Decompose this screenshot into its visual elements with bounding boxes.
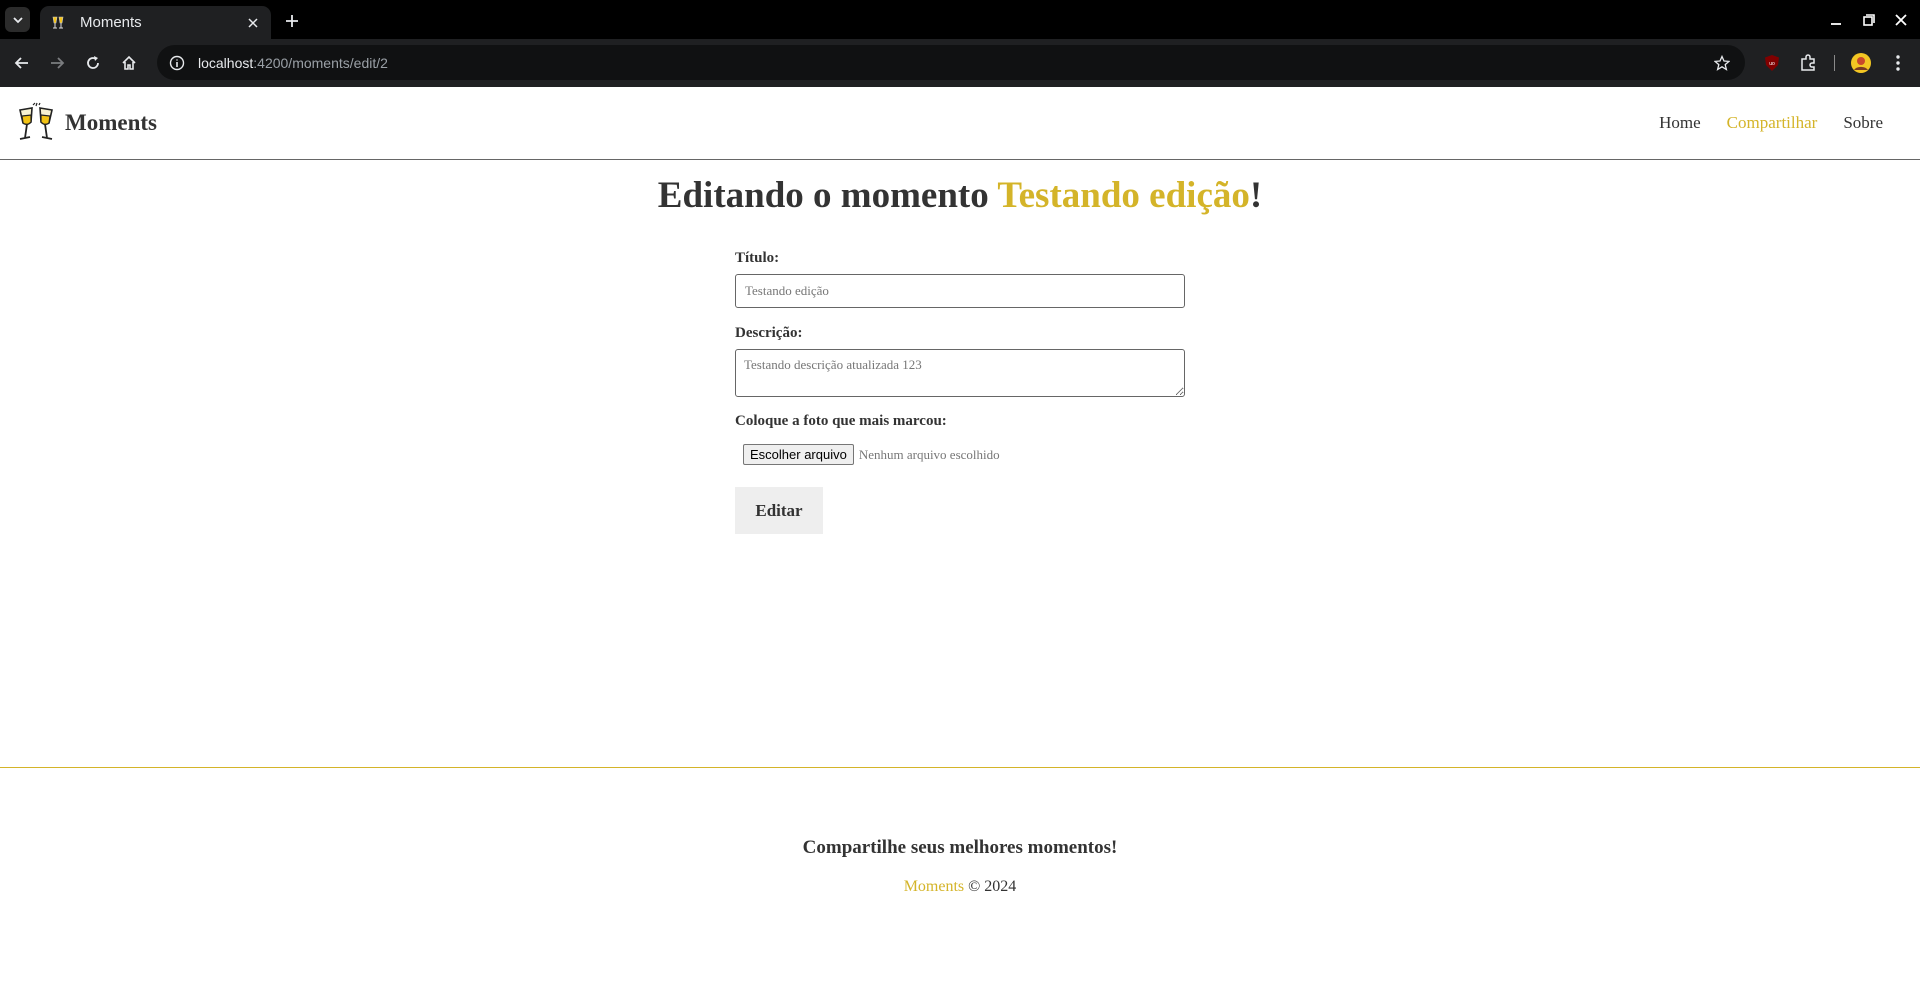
brand-link[interactable]: Moments — [16, 102, 157, 144]
footer-copyright-year: © 2024 — [964, 878, 1017, 895]
moments-favicon — [50, 15, 66, 31]
edit-moment-form: Título: Descrição: Testando descrição at… — [735, 250, 1185, 534]
home-icon[interactable] — [117, 51, 141, 75]
tab-title: Moments — [80, 14, 142, 31]
page-title-prefix: Editando o momento — [657, 175, 998, 216]
footer-tagline: Compartilhe seus melhores momentos! — [802, 837, 1118, 858]
edit-submit-button[interactable]: Editar — [735, 487, 823, 534]
address-bar[interactable]: localhost:4200/moments/edit/2 — [157, 45, 1745, 80]
photo-label: Coloque a foto que mais marcou: — [735, 413, 947, 429]
restore-icon[interactable] — [1858, 9, 1880, 31]
champagne-logo-icon — [19, 102, 53, 140]
site-info-icon[interactable] — [167, 53, 187, 73]
reload-icon[interactable] — [81, 51, 105, 75]
nav-link-sobre[interactable]: Sobre — [1843, 113, 1883, 133]
tab-strip: Moments — [0, 0, 1920, 39]
browser-tab[interactable]: Moments — [40, 6, 271, 39]
page-title: Editando o momento Testando edição! — [0, 174, 1920, 217]
description-textarea[interactable]: Testando descrição atualizada 123 — [735, 349, 1185, 397]
browser-toolbar: localhost:4200/moments/edit/2 uo — [0, 39, 1920, 87]
svg-text:uo: uo — [1769, 61, 1775, 67]
brand-name: Moments — [65, 110, 157, 135]
site-footer: Compartilhe seus melhores momentos! Mome… — [0, 767, 1920, 998]
nav-link-home[interactable]: Home — [1659, 113, 1701, 133]
title-input[interactable] — [735, 274, 1185, 308]
footer-copyright: Moments © 2024 — [0, 878, 1920, 896]
minimize-icon[interactable] — [1825, 9, 1847, 31]
choose-file-button[interactable]: Escolher arquivo — [743, 444, 854, 465]
page-title-highlight: Testando edição — [997, 175, 1250, 216]
chevron-down-icon — [12, 16, 23, 23]
footer-brand: Moments — [903, 878, 965, 895]
description-label: Descrição: — [735, 325, 803, 341]
star-icon[interactable] — [1711, 52, 1733, 74]
site-header: Moments Home Compartilhar Sobre — [0, 87, 1920, 160]
extensions-icon[interactable] — [1796, 51, 1820, 75]
nav-link-compartilhar[interactable]: Compartilhar — [1727, 113, 1818, 133]
file-input: Escolher arquivo Nenhum arquivo escolhid… — [735, 444, 1185, 465]
url-text: localhost:4200/moments/edit/2 — [198, 55, 388, 71]
profile-icon[interactable] — [1849, 51, 1873, 75]
ublock-icon[interactable]: uo — [1760, 51, 1784, 75]
forward-icon[interactable] — [45, 51, 69, 75]
close-icon[interactable] — [245, 15, 261, 31]
kebab-menu-icon[interactable] — [1886, 51, 1910, 75]
close-window-icon[interactable] — [1890, 9, 1912, 31]
page-title-suffix: ! — [1249, 175, 1263, 216]
tab-search-button[interactable] — [5, 7, 30, 32]
toolbar-separator — [1834, 55, 1835, 71]
new-tab-button[interactable] — [280, 9, 304, 33]
url-path: :4200/moments/edit/2 — [253, 54, 388, 71]
main-nav: Home Compartilhar Sobre — [1659, 113, 1883, 133]
plus-icon — [286, 15, 298, 27]
file-status: Nenhum arquivo escolhido — [858, 446, 1000, 462]
page: Moments Home Compartilhar Sobre Editando… — [0, 87, 1920, 998]
back-icon[interactable] — [10, 51, 34, 75]
url-host: localhost — [198, 54, 254, 71]
title-label: Título: — [735, 250, 780, 266]
